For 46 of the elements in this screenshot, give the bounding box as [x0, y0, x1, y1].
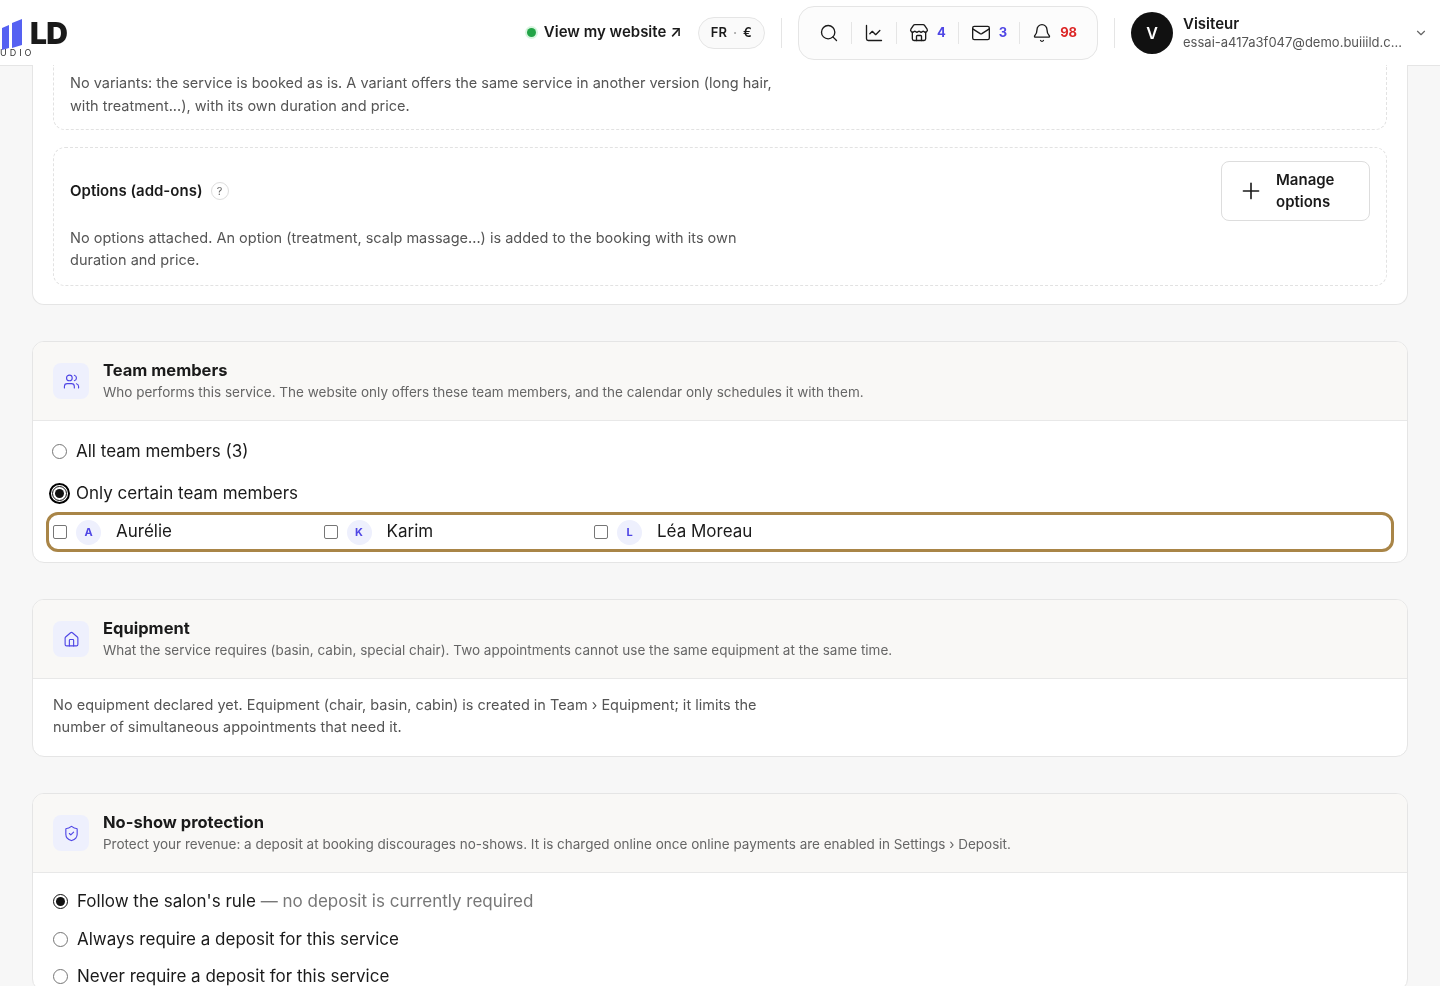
checkbox[interactable] [594, 525, 608, 539]
search-icon [818, 22, 839, 43]
view-website-link[interactable]: View my website ↗ [526, 21, 682, 44]
manage-options-button[interactable]: Manage options [1221, 161, 1370, 221]
card-subtitle: What the service requires (basin, cabin, special chair). Two appointments cannot use the same equipment at the same time. [103, 641, 893, 660]
checkbox[interactable] [323, 525, 338, 539]
radio-button[interactable] [52, 485, 67, 501]
member-avatar: A [76, 519, 101, 545]
chart-icon [863, 22, 884, 43]
logo-text: LD [30, 17, 68, 48]
count-label: 3 [998, 22, 1008, 42]
radio-label[interactable]: Only certain team members [76, 480, 299, 506]
avatar[interactable]: V [1131, 11, 1174, 54]
radio-label[interactable]: Never require a deposit for this service [77, 964, 390, 986]
member-name[interactable]: Léa Moreau [657, 519, 753, 545]
bell-button[interactable]: 98 [1020, 12, 1090, 53]
count-label: 4 [936, 22, 946, 42]
member-name[interactable]: Karim [386, 519, 434, 545]
card-title: Team members [103, 359, 229, 381]
bell-icon [1032, 22, 1053, 43]
member-avatar: L [617, 519, 642, 545]
options-title: Options (add-ons) [70, 179, 203, 202]
count-label: 98 [1060, 22, 1078, 42]
member-avatar: K [346, 519, 372, 545]
card-subtitle: Protect your revenue: a deposit at booking discourages no-shows. It is charged online once online payments are enabled in Settings › Deposit. [103, 835, 1011, 854]
radio-label[interactable]: Always require a deposit for this service [77, 926, 399, 952]
checkbox[interactable] [53, 525, 67, 539]
store-icon [908, 22, 929, 43]
shop-button[interactable]: 4 [896, 12, 958, 53]
shield-icon [62, 824, 80, 842]
logo-subtitle: UDIO [0, 45, 35, 59]
language-currency-button[interactable]: FR · € [697, 16, 765, 49]
member-name[interactable]: Aurélie [116, 519, 172, 545]
equipment-note: No equipment declared yet. Equipment (chair, basin, cabin) is created in Team › Equipment; it limits the number of simultaneous appointments that need it. [53, 695, 758, 737]
radio-label[interactable]: All team members (3) [76, 439, 249, 465]
user-name: Visiteur [1183, 15, 1241, 34]
card-title: Equipment [103, 617, 191, 639]
house-icon [62, 630, 80, 648]
card-subtitle: Who performs this service. The website only offers these team members, and the calendar only schedules it with them. [103, 383, 864, 402]
radio-label[interactable]: Follow the salon's rule — no deposit is currently required [77, 889, 534, 915]
variants-note: No variants: the service is booked as is. A variant offers the same service in another version (long hair, with treatment...), with its own duration and price. [70, 73, 773, 116]
card-title: No-show protection [103, 811, 265, 833]
mail-button[interactable]: 3 [958, 12, 1020, 53]
user-email: essai-a417a3f047@demo.buiiild.c... [1183, 33, 1402, 50]
people-icon [62, 372, 80, 390]
options-note: No options attached. An option (treatment, scalp massage...) is added to the booking with its own duration and price. [70, 228, 738, 270]
